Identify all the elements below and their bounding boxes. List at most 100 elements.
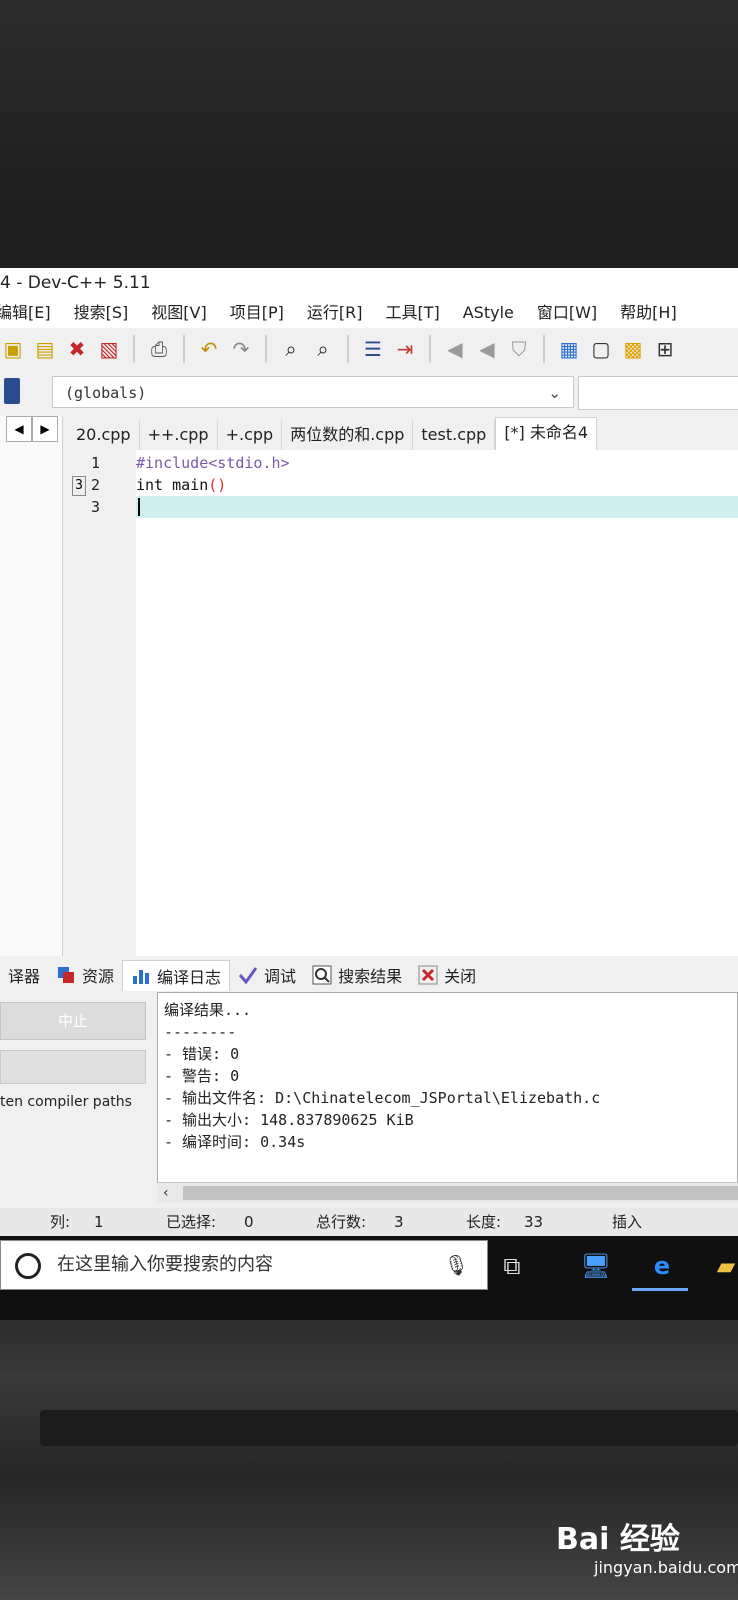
status-col-value: 1 <box>94 1213 104 1231</box>
menu-project[interactable]: 项目[P] <box>230 298 293 328</box>
status-len-value: 33 <box>524 1213 544 1231</box>
undo-icon[interactable]: ↶ <box>196 336 222 362</box>
horizontal-scrollbar[interactable]: ‹ <box>157 1182 738 1203</box>
line-number: 2 <box>90 476 100 494</box>
search-icon <box>312 965 332 985</box>
tab-compile-log-label: 编译日志 <box>157 967 222 987</box>
laptop-hinge <box>40 1410 738 1446</box>
status-lines-label: 总行数: <box>316 1213 367 1231</box>
tab-untitled-4[interactable]: [*] 未命名4 <box>495 417 598 450</box>
save-all-icon[interactable]: ▤ <box>32 336 58 362</box>
screen-edge <box>0 210 738 268</box>
chevron-right-icon[interactable]: ▶ <box>32 416 58 442</box>
indent-icon[interactable]: ☰ <box>360 336 386 362</box>
log-line: 编译结果... <box>164 1001 252 1019</box>
unindent-icon[interactable]: ⇥ <box>392 336 418 362</box>
taskbar-search[interactable]: 在这里输入你要搜索的内容 🎙 <box>0 1240 488 1290</box>
tab-search-results[interactable]: 搜索结果 <box>304 960 410 990</box>
edge-browser-icon[interactable]: e <box>642 1246 682 1286</box>
code-line: #include<stdio.h> <box>136 454 290 472</box>
menu-tools[interactable]: 工具[T] <box>385 298 448 328</box>
search-placeholder: 在这里输入你要搜索的内容 <box>57 1254 273 1275</box>
menu-search[interactable]: 搜索[S] <box>74 298 138 328</box>
close-icon <box>418 965 438 985</box>
tab-test-cpp[interactable]: test.cpp <box>413 420 496 450</box>
chevron-down-icon[interactable]: ⌄ <box>548 377 561 409</box>
tab-20-cpp[interactable]: 20.cpp <box>68 420 140 450</box>
microphone-icon[interactable]: 🎙 <box>444 1253 469 1277</box>
tab-search-results-label: 搜索结果 <box>338 967 403 986</box>
menu-help[interactable]: 帮助[H] <box>620 298 686 328</box>
window-icon[interactable]: ▢ <box>588 336 614 362</box>
toolbar-divider <box>347 335 349 363</box>
toolbar-divider <box>429 335 431 363</box>
tab-resources[interactable]: 资源 <box>48 960 122 990</box>
tab-plus-cpp[interactable]: +.cpp <box>218 420 283 450</box>
log-line: - 输出文件名: D:\Chinatelecom_JSPortal\Elizeb… <box>164 1089 601 1107</box>
status-bar: 列: 1 已选择: 0 总行数: 3 长度: 33 插入 <box>0 1208 738 1236</box>
bottom-tabs: 译器 资源 编译日志 调试 搜索结果 关闭 <box>0 958 738 992</box>
log-line: - 错误: 0 <box>164 1045 240 1063</box>
log-line: - 编译时间: 0.34s <box>164 1133 306 1151</box>
bookmark-prev-icon[interactable]: ◀ <box>442 336 468 362</box>
secondary-button[interactable] <box>0 1050 146 1084</box>
bookmark-next-icon[interactable]: ◀ <box>474 336 500 362</box>
scroll-left-icon[interactable]: ‹ <box>163 1183 169 1203</box>
grid-icon[interactable]: ⊞ <box>652 336 678 362</box>
compiler-paths-label[interactable]: ten compiler paths <box>0 1094 132 1110</box>
file-explorer-icon[interactable]: ▰ <box>706 1246 738 1286</box>
compile-log: 编译结果... -------- - 错误: 0 - 警告: 0 - 输出文件名… <box>157 992 738 1202</box>
tab-plusplus-cpp[interactable]: ++.cpp <box>140 420 218 450</box>
close-all-icon[interactable]: ▧ <box>96 336 122 362</box>
screen: 4 - Dev-C++ 5.11 编辑[E] 搜索[S] 视图[V] 项目[P]… <box>0 268 738 1320</box>
toolbar: ▣ ▤ ✖ ▧ ⎙ ↶ ↷ ⌕ ⌕ ☰ ⇥ ◀ ◀ ⛉ ▦ ▢ ▩ ⊞ <box>0 330 738 368</box>
current-line-highlight <box>136 496 738 518</box>
chevron-left-icon[interactable]: ◀ <box>6 416 32 442</box>
tab-compiler-label: 译器 <box>8 967 41 986</box>
find-icon[interactable]: ⌕ <box>278 336 304 362</box>
cortana-icon[interactable] <box>15 1253 41 1279</box>
code-editor[interactable]: 3 1 2 3 #include<stdio.h> int main() <box>68 450 738 956</box>
editor-tabs: 20.cpp ++.cpp +.cpp 两位数的和.cpp test.cpp [… <box>68 416 738 450</box>
tab-compiler[interactable]: 译器 <box>0 960 48 990</box>
print-icon[interactable]: ⎙ <box>146 336 172 362</box>
tab-debug-label: 调试 <box>264 967 297 986</box>
code-line: int main() <box>136 476 227 494</box>
replace-icon[interactable]: ⌕ <box>310 336 336 362</box>
task-view-icon[interactable]: ⧉ <box>492 1246 532 1286</box>
toolbar-divider <box>133 335 135 363</box>
shield-icon[interactable]: ⛉ <box>506 336 532 362</box>
tab-close[interactable]: 关闭 <box>410 960 484 990</box>
computer-icon[interactable]: 🖥 <box>576 1246 616 1286</box>
bookmark-marker[interactable]: 3 <box>72 476 86 496</box>
watermark-url: jingyan.baidu.com <box>594 1558 738 1577</box>
menu-window[interactable]: 窗口[W] <box>537 298 606 328</box>
project-panel: ◀ ▶ <box>0 416 63 956</box>
status-len-label: 长度: <box>466 1213 502 1231</box>
menu-astyle[interactable]: AStyle <box>463 298 523 328</box>
scrollbar-thumb[interactable] <box>183 1186 738 1200</box>
bar-chart-icon <box>133 969 150 984</box>
class-browser-icon[interactable] <box>4 378 20 404</box>
toolbar-divider <box>543 335 545 363</box>
save-icon[interactable]: ▣ <box>0 336 26 362</box>
menu-view[interactable]: 视图[V] <box>151 298 215 328</box>
color-grid-icon[interactable]: ▩ <box>620 336 646 362</box>
scope-select[interactable]: (globals) ⌄ <box>52 376 574 408</box>
stop-button[interactable]: 中止 <box>0 1002 146 1040</box>
status-lines-value: 3 <box>394 1213 404 1231</box>
tab-debug[interactable]: 调试 <box>230 960 304 990</box>
tab-compile-log[interactable]: 编译日志 <box>122 959 231 991</box>
scope-value: (globals) <box>65 384 147 402</box>
tab-two-digit-sum-cpp[interactable]: 两位数的和.cpp <box>282 420 414 450</box>
window-title: 4 - Dev-C++ 5.11 <box>0 268 738 298</box>
active-app-indicator <box>632 1288 688 1291</box>
windows-taskbar: 在这里输入你要搜索的内容 🎙 ⧉ 🖥 e ▰ <box>0 1236 738 1320</box>
menu-edit[interactable]: 编辑[E] <box>0 298 60 328</box>
toolbar-divider <box>265 335 267 363</box>
close-file-icon[interactable]: ✖ <box>64 336 90 362</box>
redo-icon[interactable]: ↷ <box>228 336 254 362</box>
new-project-icon[interactable]: ▦ <box>556 336 582 362</box>
function-select[interactable] <box>578 376 738 410</box>
menu-run[interactable]: 运行[R] <box>307 298 372 328</box>
